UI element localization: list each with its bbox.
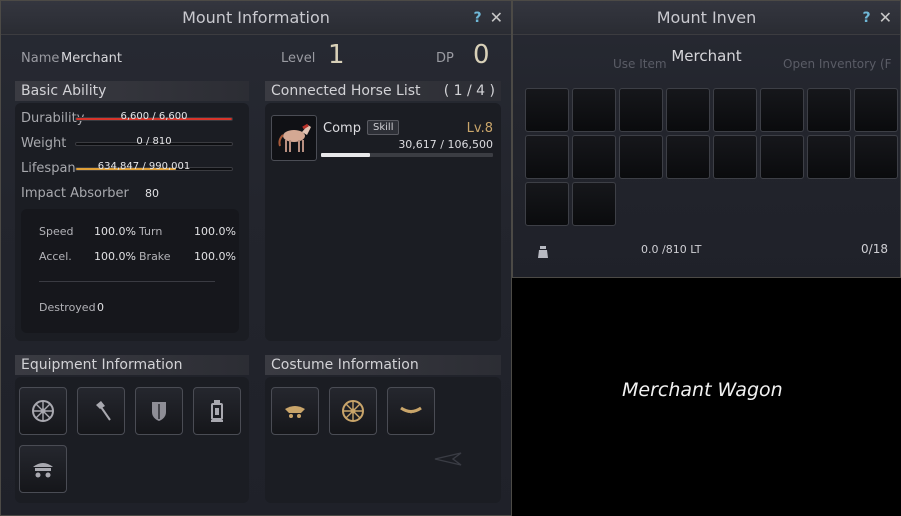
help-icon[interactable]: ? bbox=[862, 9, 870, 27]
horse-exp-text: 30,617 / 106,500 bbox=[398, 138, 493, 151]
durability-text: 6,600 / 6,600 bbox=[120, 111, 188, 122]
costume-slot-ornament[interactable] bbox=[387, 387, 435, 435]
wheel-icon bbox=[32, 400, 54, 422]
inventory-slot[interactable] bbox=[854, 88, 898, 132]
dp-value: 0 bbox=[473, 40, 490, 70]
inventory-slot[interactable] bbox=[760, 88, 804, 132]
stats-divider bbox=[39, 281, 215, 282]
lantern-icon bbox=[211, 400, 223, 422]
equipment-slot-wheel[interactable] bbox=[19, 387, 67, 435]
weight-text: 0 / 810 bbox=[136, 136, 172, 147]
equipment-slot-shield[interactable] bbox=[135, 387, 183, 435]
inventory-weight-text: 0.0 /810 LT bbox=[641, 243, 702, 256]
inventory-slot[interactable] bbox=[807, 88, 851, 132]
horse-exp-bar bbox=[321, 153, 493, 157]
cursor-arrow-icon bbox=[434, 452, 462, 466]
mount-information-titlebar[interactable]: Mount Information ? ✕ bbox=[1, 1, 511, 35]
basic-ability-title: Basic Ability bbox=[15, 81, 249, 101]
inventory-slot[interactable] bbox=[760, 135, 804, 179]
inventory-slot[interactable] bbox=[713, 88, 757, 132]
weight-label: Weight bbox=[21, 136, 67, 151]
lifespan-label: Lifespan bbox=[21, 161, 76, 176]
impact-absorber-value: 80 bbox=[145, 187, 159, 200]
inventory-slot[interactable] bbox=[525, 88, 569, 132]
equipment-slot-lantern[interactable] bbox=[193, 387, 241, 435]
destroyed-label: Destroyed bbox=[39, 301, 96, 314]
horse-name: Comp bbox=[323, 121, 361, 136]
mount-name: Merchant bbox=[61, 51, 122, 66]
close-icon[interactable]: ✕ bbox=[879, 9, 892, 27]
inventory-slot[interactable] bbox=[619, 135, 663, 179]
costume-slot-wheel[interactable] bbox=[329, 387, 377, 435]
costume-slot-canopy[interactable] bbox=[271, 387, 319, 435]
mount-inven-titlebar[interactable]: Mount Inven ? ✕ bbox=[513, 1, 900, 35]
inventory-slot[interactable] bbox=[619, 88, 663, 132]
inventory-slot[interactable] bbox=[807, 135, 851, 179]
inventory-owner-name: Merchant bbox=[671, 47, 742, 65]
dp-label: DP bbox=[436, 51, 454, 66]
shield-icon bbox=[152, 402, 166, 421]
equipment-title: Equipment Information bbox=[15, 355, 249, 375]
level-label: Level bbox=[281, 51, 316, 66]
inventory-slot[interactable] bbox=[525, 135, 569, 179]
turn-value: 100.0% bbox=[194, 225, 236, 238]
mount-inven-window: Mount Inven ? ✕ Use Item Open Inventory … bbox=[512, 0, 901, 278]
speed-value: 100.0% bbox=[94, 225, 136, 238]
inventory-slot[interactable] bbox=[666, 135, 710, 179]
inventory-slot[interactable] bbox=[572, 135, 616, 179]
inventory-slot[interactable] bbox=[854, 135, 898, 179]
destroyed-value: 0 bbox=[97, 301, 104, 314]
basic-ability-panel: Durability 6,600 / 6,600 Weight 0 / 810 … bbox=[15, 103, 249, 341]
canopy-icon bbox=[285, 406, 305, 418]
inventory-slot[interactable] bbox=[666, 88, 710, 132]
inventory-slot[interactable] bbox=[713, 135, 757, 179]
horse-level: Lv.8 bbox=[466, 121, 493, 136]
axe-icon bbox=[96, 401, 111, 421]
horse-skill-tag[interactable]: Skill bbox=[367, 120, 400, 135]
window-title: Mount Information bbox=[182, 8, 330, 27]
horse-list-count: ( 1 / 4 ) bbox=[443, 83, 495, 99]
equipment-slot-canopy[interactable] bbox=[19, 445, 67, 493]
equipment-slot-axe[interactable] bbox=[77, 387, 125, 435]
costume-title: Costume Information bbox=[265, 355, 501, 375]
mount-information-window: Mount Information ? ✕ Name Merchant Leve… bbox=[0, 0, 512, 516]
help-icon[interactable]: ? bbox=[473, 9, 481, 27]
mount-header: Name Merchant Level 1 DP 0 bbox=[21, 40, 491, 71]
brake-label: Brake bbox=[139, 250, 171, 263]
horse-list-title-text: Connected Horse List bbox=[271, 83, 421, 99]
accel-value: 100.0% bbox=[94, 250, 136, 263]
close-icon[interactable]: ✕ bbox=[490, 9, 503, 27]
canopy-icon bbox=[33, 463, 53, 478]
horse-list-title: Connected Horse List ( 1 / 4 ) bbox=[265, 81, 501, 101]
lifespan-text: 634,847 / 990,001 bbox=[97, 161, 191, 172]
weight-icon bbox=[538, 246, 548, 258]
impact-absorber-label: Impact Absorber bbox=[21, 186, 129, 201]
inventory-slot[interactable] bbox=[572, 88, 616, 132]
horse-list-item[interactable]: Comp Skill Lv.8 30,617 / 106,500 bbox=[271, 115, 495, 163]
accel-label: Accel. bbox=[39, 250, 72, 263]
inventory-slot-count: 0/18 bbox=[861, 242, 888, 256]
name-label: Name bbox=[21, 51, 60, 66]
horse-exp-bar-fill bbox=[321, 153, 371, 157]
wheel-icon bbox=[342, 400, 364, 422]
horse-icon bbox=[271, 115, 317, 161]
level-value: 1 bbox=[328, 40, 345, 70]
caption-text: Merchant Wagon bbox=[622, 379, 783, 401]
movement-stats-panel: Speed 100.0% Turn 100.0% Accel. 100.0% B… bbox=[21, 209, 239, 333]
brake-value: 100.0% bbox=[194, 250, 236, 263]
turn-label: Turn bbox=[139, 225, 163, 238]
speed-label: Speed bbox=[39, 225, 74, 238]
ornament-icon bbox=[400, 406, 422, 414]
window-title: Mount Inven bbox=[656, 8, 757, 27]
inventory-slot[interactable] bbox=[572, 182, 616, 226]
inventory-slot[interactable] bbox=[525, 182, 569, 226]
